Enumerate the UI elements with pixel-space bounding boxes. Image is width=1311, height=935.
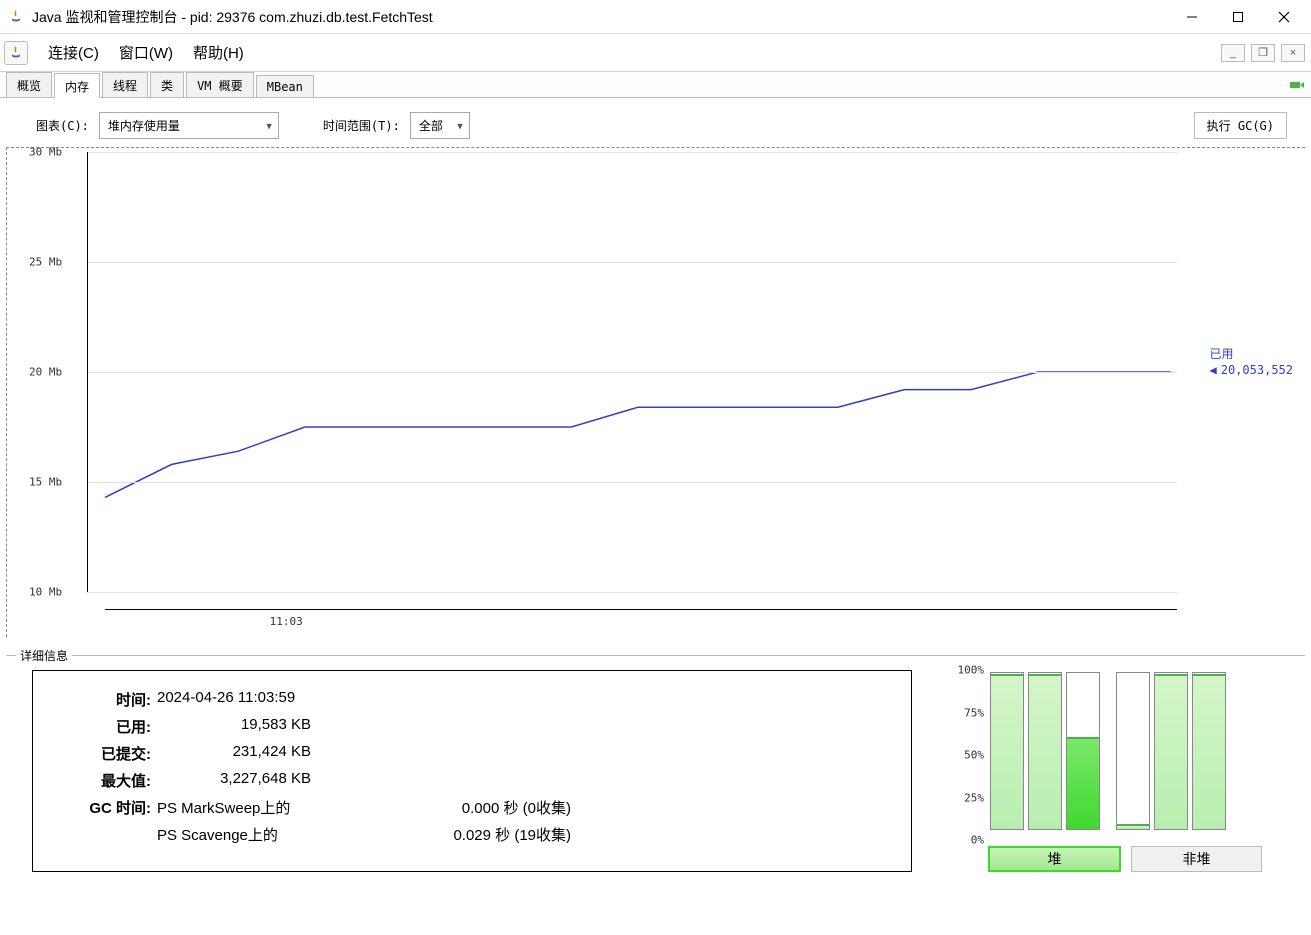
gc-scavenge-name: PS Scavenge上的 — [151, 824, 411, 845]
chart-type-label: 图表(C): — [36, 117, 89, 134]
java-icon — [4, 41, 28, 65]
heap-bars[interactable] — [988, 670, 1102, 830]
menu-window[interactable]: 窗口(W) — [109, 38, 183, 67]
chevron-down-icon: ▾ — [457, 119, 463, 132]
internal-minimize-button[interactable]: _ — [1221, 44, 1245, 62]
used-label: 已用: — [45, 716, 151, 737]
bars-y-tick: 75% — [964, 706, 984, 719]
tab-vm-summary[interactable]: VM 概要 — [186, 72, 254, 97]
window-title: Java 监视和管理控制台 - pid: 29376 com.zhuzi.db.… — [32, 7, 1169, 27]
timerange-label: 时间范围(T): — [323, 117, 400, 134]
nonheap-bar-3[interactable] — [1192, 672, 1226, 830]
used-value: 19,583 KB — [151, 716, 311, 737]
connection-status-icon — [1289, 76, 1305, 92]
tab-memory[interactable]: 内存 — [54, 73, 100, 98]
tabbar: 概览 内存 线程 类 VM 概要 MBean — [0, 72, 1311, 98]
internal-close-button[interactable]: × — [1281, 44, 1305, 62]
chart-controls: 图表(C): 堆内存使用量 ▾ 时间范围(T): 全部 ▾ 执行 GC(G) — [0, 98, 1311, 147]
committed-label: 已提交: — [45, 743, 151, 764]
y-tick-label: 15 Mb — [29, 476, 62, 489]
time-label: 时间: — [45, 689, 151, 710]
close-button[interactable] — [1261, 2, 1307, 32]
x-tick-label: 11:03 — [270, 615, 303, 628]
time-value: 2024-04-26 11:03:59 — [151, 689, 341, 710]
timerange-value: 全部 — [419, 119, 443, 133]
nonheap-bars[interactable] — [1114, 670, 1228, 830]
heap-bar-1[interactable] — [990, 672, 1024, 830]
chevron-down-icon: ▾ — [266, 119, 272, 132]
timerange-select[interactable]: 全部 ▾ — [410, 112, 470, 139]
bars-y-tick: 0% — [971, 834, 984, 847]
details-title: 详细信息 — [16, 647, 72, 664]
memory-chart: 已用 ◀ 20,053,552 30 Mb 25 Mb 20 Mb 15 Mb 10 Mb… — [0, 147, 1311, 643]
max-label: 最大值: — [45, 770, 151, 791]
gc-marksweep-name: PS MarkSweep上的 — [151, 797, 411, 818]
gc-time-label: GC 时间: — [45, 797, 151, 818]
memory-stats: 时间: 2024-04-26 11:03:59 已用: 19,583 KB 已提… — [32, 670, 912, 872]
gridline — [87, 372, 1177, 373]
bars-y-tick: 100% — [958, 664, 985, 677]
y-tick-label: 10 Mb — [29, 586, 62, 599]
gridline — [87, 592, 1177, 593]
tab-classes[interactable]: 类 — [150, 72, 184, 97]
y-tick-label: 20 Mb — [29, 366, 62, 379]
nonheap-bar-1[interactable] — [1116, 672, 1150, 830]
x-axis-baseline — [105, 609, 1177, 610]
y-tick-label: 30 Mb — [29, 146, 62, 159]
memory-pool-bars: 100%75%50%25%0% 堆 非堆 — [942, 670, 1262, 872]
gridline — [87, 262, 1177, 263]
heap-bar-3[interactable] — [1066, 672, 1100, 830]
titlebar: Java 监视和管理控制台 - pid: 29376 com.zhuzi.db.… — [0, 0, 1311, 34]
bars-y-tick: 25% — [964, 791, 984, 804]
heap-bar-2[interactable] — [1028, 672, 1062, 830]
gridline — [87, 482, 1177, 483]
committed-value: 231,424 KB — [151, 743, 311, 764]
menu-connect[interactable]: 连接(C) — [38, 38, 109, 67]
perform-gc-button[interactable]: 执行 GC(G) — [1194, 112, 1287, 139]
gridline — [87, 152, 1177, 153]
details-panel: 详细信息 时间: 2024-04-26 11:03:59 已用: 19,583 … — [6, 655, 1305, 878]
internal-restore-button[interactable]: ❐ — [1251, 44, 1275, 62]
menubar: 连接(C) 窗口(W) 帮助(H) _ ❐ × — [0, 34, 1311, 72]
menu-help[interactable]: 帮助(H) — [183, 38, 254, 67]
used-bytes-value: 20,053,552 — [1221, 363, 1293, 377]
used-label: 已用 — [1210, 347, 1293, 363]
nonheap-button[interactable]: 非堆 — [1131, 846, 1262, 872]
memory-usage-line — [105, 372, 1171, 497]
heap-button[interactable]: 堆 — [988, 846, 1121, 872]
nonheap-bar-2[interactable] — [1154, 672, 1188, 830]
gc-scavenge-value: 0.029 秒 (19收集) — [411, 824, 571, 845]
bars-y-tick: 50% — [964, 749, 984, 762]
tab-threads[interactable]: 线程 — [102, 72, 148, 97]
y-axis-line — [87, 152, 88, 592]
max-value: 3,227,648 KB — [151, 770, 311, 791]
java-icon — [8, 9, 24, 25]
chart-type-select[interactable]: 堆内存使用量 ▾ — [99, 112, 279, 139]
chart-type-value: 堆内存使用量 — [108, 119, 180, 133]
y-tick-label: 25 Mb — [29, 256, 62, 269]
minimize-button[interactable] — [1169, 2, 1215, 32]
arrow-left-icon: ◀ — [1210, 363, 1217, 377]
chart-current-value: 已用 ◀ 20,053,552 — [1210, 347, 1293, 378]
gc-marksweep-value: 0.000 秒 (0收集) — [411, 797, 571, 818]
tab-overview[interactable]: 概览 — [6, 72, 52, 97]
maximize-button[interactable] — [1215, 2, 1261, 32]
tab-mbean[interactable]: MBean — [256, 75, 314, 97]
